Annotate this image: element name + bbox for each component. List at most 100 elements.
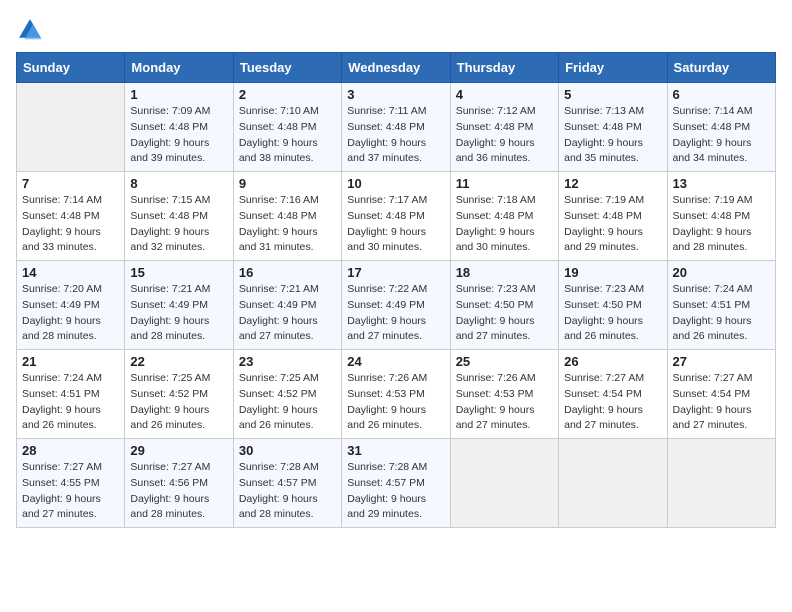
logo xyxy=(16,16,48,44)
day-info: Sunrise: 7:19 AMSunset: 4:48 PMDaylight:… xyxy=(673,193,770,256)
day-number: 28 xyxy=(22,443,119,458)
day-info: Sunrise: 7:23 AMSunset: 4:50 PMDaylight:… xyxy=(564,282,661,345)
day-info: Sunrise: 7:24 AMSunset: 4:51 PMDaylight:… xyxy=(673,282,770,345)
calendar-cell: 19 Sunrise: 7:23 AMSunset: 4:50 PMDayligh… xyxy=(559,261,667,350)
day-info: Sunrise: 7:18 AMSunset: 4:48 PMDaylight:… xyxy=(456,193,553,256)
page-header xyxy=(16,16,776,44)
day-number: 27 xyxy=(673,354,770,369)
day-number: 12 xyxy=(564,176,661,191)
day-header-wednesday: Wednesday xyxy=(342,53,450,83)
calendar-cell xyxy=(559,439,667,528)
day-number: 7 xyxy=(22,176,119,191)
calendar-cell: 29 Sunrise: 7:27 AMSunset: 4:56 PMDayligh… xyxy=(125,439,233,528)
calendar-cell: 23 Sunrise: 7:25 AMSunset: 4:52 PMDayligh… xyxy=(233,350,341,439)
calendar-week-row: 1 Sunrise: 7:09 AMSunset: 4:48 PMDaylight… xyxy=(17,83,776,172)
calendar-cell: 31 Sunrise: 7:28 AMSunset: 4:57 PMDayligh… xyxy=(342,439,450,528)
day-info: Sunrise: 7:26 AMSunset: 4:53 PMDaylight:… xyxy=(456,371,553,434)
day-number: 24 xyxy=(347,354,444,369)
day-info: Sunrise: 7:26 AMSunset: 4:53 PMDaylight:… xyxy=(347,371,444,434)
calendar-header-row: SundayMondayTuesdayWednesdayThursdayFrid… xyxy=(17,53,776,83)
calendar-cell: 12 Sunrise: 7:19 AMSunset: 4:48 PMDayligh… xyxy=(559,172,667,261)
day-info: Sunrise: 7:19 AMSunset: 4:48 PMDaylight:… xyxy=(564,193,661,256)
day-header-thursday: Thursday xyxy=(450,53,558,83)
calendar-week-row: 21Sunrise: 7:24 AMSunset: 4:51 PMDayligh… xyxy=(17,350,776,439)
day-info: Sunrise: 7:11 AMSunset: 4:48 PMDaylight:… xyxy=(347,104,444,167)
day-number: 18 xyxy=(456,265,553,280)
day-number: 4 xyxy=(456,87,553,102)
calendar-cell: 18 Sunrise: 7:23 AMSunset: 4:50 PMDayligh… xyxy=(450,261,558,350)
day-number: 2 xyxy=(239,87,336,102)
day-info: Sunrise: 7:23 AMSunset: 4:50 PMDaylight:… xyxy=(456,282,553,345)
day-number: 9 xyxy=(239,176,336,191)
day-info: Sunrise: 7:12 AMSunset: 4:48 PMDaylight:… xyxy=(456,104,553,167)
day-number: 11 xyxy=(456,176,553,191)
day-info: Sunrise: 7:28 AMSunset: 4:57 PMDaylight:… xyxy=(347,460,444,523)
day-info: Sunrise: 7:14 AMSunset: 4:48 PMDaylight:… xyxy=(673,104,770,167)
day-info: Sunrise: 7:17 AMSunset: 4:48 PMDaylight:… xyxy=(347,193,444,256)
calendar-cell: 21Sunrise: 7:24 AMSunset: 4:51 PMDayligh… xyxy=(17,350,125,439)
calendar-cell xyxy=(17,83,125,172)
day-number: 20 xyxy=(673,265,770,280)
day-info: Sunrise: 7:21 AMSunset: 4:49 PMDaylight:… xyxy=(239,282,336,345)
calendar-week-row: 28 Sunrise: 7:27 AMSunset: 4:55 PMDayligh… xyxy=(17,439,776,528)
day-number: 19 xyxy=(564,265,661,280)
logo-icon xyxy=(16,16,44,44)
day-header-monday: Monday xyxy=(125,53,233,83)
calendar-cell xyxy=(450,439,558,528)
day-number: 10 xyxy=(347,176,444,191)
calendar-cell: 11 Sunrise: 7:18 AMSunset: 4:48 PMDayligh… xyxy=(450,172,558,261)
day-number: 15 xyxy=(130,265,227,280)
calendar-cell: 22 Sunrise: 7:25 AMSunset: 4:52 PMDayligh… xyxy=(125,350,233,439)
day-info: Sunrise: 7:27 AMSunset: 4:55 PMDaylight:… xyxy=(22,460,119,523)
calendar-cell: 26 Sunrise: 7:27 AMSunset: 4:54 PMDayligh… xyxy=(559,350,667,439)
day-header-saturday: Saturday xyxy=(667,53,775,83)
calendar-cell: 13 Sunrise: 7:19 AMSunset: 4:48 PMDayligh… xyxy=(667,172,775,261)
day-number: 1 xyxy=(130,87,227,102)
day-header-sunday: Sunday xyxy=(17,53,125,83)
calendar-cell: 7 Sunrise: 7:14 AMSunset: 4:48 PMDaylight… xyxy=(17,172,125,261)
day-number: 22 xyxy=(130,354,227,369)
day-number: 23 xyxy=(239,354,336,369)
day-info: Sunrise: 7:25 AMSunset: 4:52 PMDaylight:… xyxy=(239,371,336,434)
calendar-cell: 30Sunrise: 7:28 AMSunset: 4:57 PMDayligh… xyxy=(233,439,341,528)
calendar-cell: 3Sunrise: 7:11 AMSunset: 4:48 PMDaylight… xyxy=(342,83,450,172)
day-number: 16 xyxy=(239,265,336,280)
day-info: Sunrise: 7:10 AMSunset: 4:48 PMDaylight:… xyxy=(239,104,336,167)
calendar-cell: 24 Sunrise: 7:26 AMSunset: 4:53 PMDayligh… xyxy=(342,350,450,439)
calendar-cell: 9 Sunrise: 7:16 AMSunset: 4:48 PMDaylight… xyxy=(233,172,341,261)
calendar-cell: 5 Sunrise: 7:13 AMSunset: 4:48 PMDaylight… xyxy=(559,83,667,172)
day-info: Sunrise: 7:15 AMSunset: 4:48 PMDaylight:… xyxy=(130,193,227,256)
day-info: Sunrise: 7:20 AMSunset: 4:49 PMDaylight:… xyxy=(22,282,119,345)
day-number: 21 xyxy=(22,354,119,369)
day-number: 31 xyxy=(347,443,444,458)
calendar-cell: 4 Sunrise: 7:12 AMSunset: 4:48 PMDaylight… xyxy=(450,83,558,172)
day-number: 6 xyxy=(673,87,770,102)
day-info: Sunrise: 7:09 AMSunset: 4:48 PMDaylight:… xyxy=(130,104,227,167)
day-number: 26 xyxy=(564,354,661,369)
calendar-cell: 27 Sunrise: 7:27 AMSunset: 4:54 PMDayligh… xyxy=(667,350,775,439)
day-info: Sunrise: 7:27 AMSunset: 4:54 PMDaylight:… xyxy=(564,371,661,434)
calendar-cell: 20 Sunrise: 7:24 AMSunset: 4:51 PMDayligh… xyxy=(667,261,775,350)
calendar-cell xyxy=(667,439,775,528)
calendar-cell: 10 Sunrise: 7:17 AMSunset: 4:48 PMDayligh… xyxy=(342,172,450,261)
day-info: Sunrise: 7:27 AMSunset: 4:54 PMDaylight:… xyxy=(673,371,770,434)
day-info: Sunrise: 7:14 AMSunset: 4:48 PMDaylight:… xyxy=(22,193,119,256)
day-info: Sunrise: 7:16 AMSunset: 4:48 PMDaylight:… xyxy=(239,193,336,256)
day-number: 14 xyxy=(22,265,119,280)
day-number: 5 xyxy=(564,87,661,102)
day-number: 25 xyxy=(456,354,553,369)
day-info: Sunrise: 7:28 AMSunset: 4:57 PMDaylight:… xyxy=(239,460,336,523)
calendar-cell: 2 Sunrise: 7:10 AMSunset: 4:48 PMDaylight… xyxy=(233,83,341,172)
day-number: 13 xyxy=(673,176,770,191)
calendar-cell: 25 Sunrise: 7:26 AMSunset: 4:53 PMDayligh… xyxy=(450,350,558,439)
calendar-cell: 1 Sunrise: 7:09 AMSunset: 4:48 PMDaylight… xyxy=(125,83,233,172)
day-info: Sunrise: 7:22 AMSunset: 4:49 PMDaylight:… xyxy=(347,282,444,345)
calendar-cell: 14 Sunrise: 7:20 AMSunset: 4:49 PMDayligh… xyxy=(17,261,125,350)
calendar-cell: 16 Sunrise: 7:21 AMSunset: 4:49 PMDayligh… xyxy=(233,261,341,350)
day-info: Sunrise: 7:25 AMSunset: 4:52 PMDaylight:… xyxy=(130,371,227,434)
day-info: Sunrise: 7:21 AMSunset: 4:49 PMDaylight:… xyxy=(130,282,227,345)
day-info: Sunrise: 7:27 AMSunset: 4:56 PMDaylight:… xyxy=(130,460,227,523)
day-number: 29 xyxy=(130,443,227,458)
day-header-tuesday: Tuesday xyxy=(233,53,341,83)
day-info: Sunrise: 7:13 AMSunset: 4:48 PMDaylight:… xyxy=(564,104,661,167)
